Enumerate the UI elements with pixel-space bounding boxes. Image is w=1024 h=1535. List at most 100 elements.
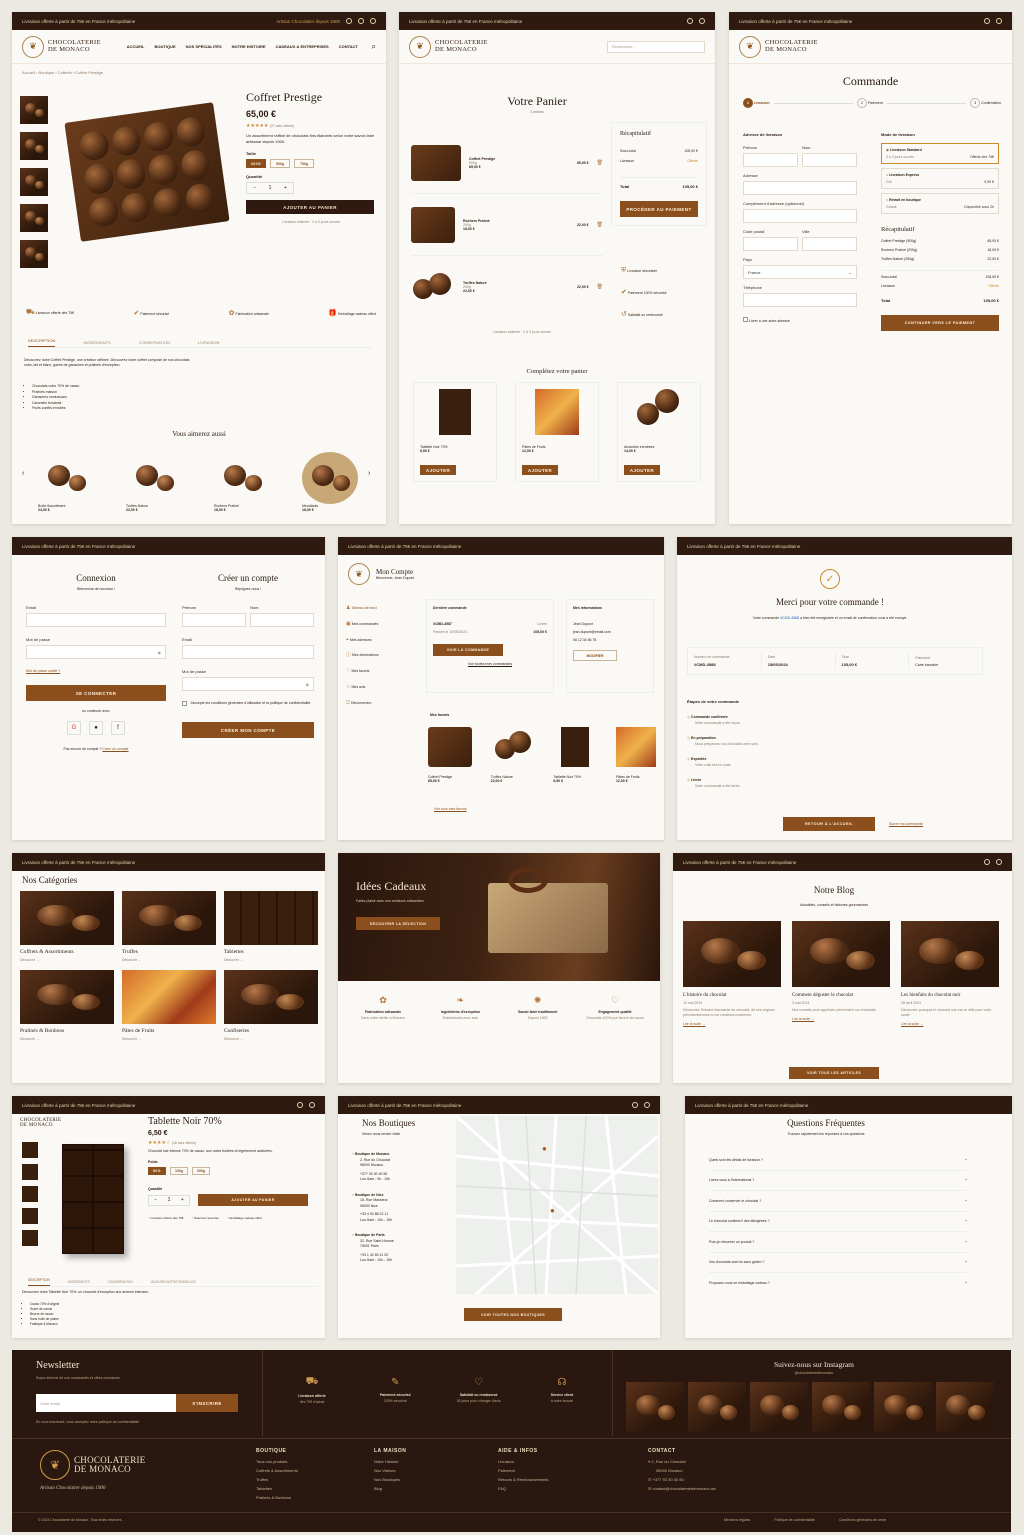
brand-logo[interactable]: ❦ CHOCOLATERIE DE MONACO (409, 35, 488, 58)
subscribe-button[interactable]: S'INSCRIRE (176, 1394, 238, 1412)
category-card[interactable]: Pralinés & Bonbons Découvrir → (20, 970, 114, 1041)
address2-field[interactable] (743, 209, 857, 223)
checkbox[interactable] (743, 317, 748, 322)
firstname-field[interactable] (743, 153, 798, 167)
favorite-card[interactable]: Pâtes de Fruits 12,00 € (615, 727, 656, 783)
footer-link[interactable]: Nos Boutiques (374, 1475, 406, 1484)
tab-ingredients[interactable]: INGRÉDIENTS (83, 340, 110, 345)
firstname-field[interactable] (182, 613, 246, 627)
tab-delivery[interactable]: LIVRAISON (198, 340, 219, 345)
add-to-cart-button[interactable]: AJOUTER AU PANIER (198, 1194, 308, 1206)
store-item[interactable]: ⌖ Boutique de Monaco 2, Rue du Chocolat 98… (352, 1152, 452, 1183)
chevron-left-icon[interactable]: ‹ (22, 470, 24, 477)
user-icon[interactable] (632, 1102, 638, 1108)
menu-favorites[interactable]: ♡ Mes favoris (346, 664, 379, 680)
continue-payment-button[interactable]: CONTINUER VERS LE PAIEMENT (881, 315, 999, 331)
weight-option[interactable]: 200g (192, 1167, 210, 1175)
favorite-card[interactable]: Truffes Nature 22,00 € (491, 727, 535, 783)
track-order-link[interactable]: Suivre ma commande (889, 822, 923, 826)
address-field[interactable] (743, 181, 857, 195)
minus-icon[interactable]: − (253, 185, 256, 191)
forgot-password-link[interactable]: Mot de passe oublié ? (26, 669, 166, 673)
size-option[interactable]: 500g (270, 159, 290, 168)
menu-addresses[interactable]: ⌖ Mes adresses (346, 633, 379, 649)
lastname-field[interactable] (802, 153, 857, 167)
category-card[interactable]: Confiseries Découvrir → (224, 970, 318, 1041)
nav-specialities[interactable]: NOS SPÉCIALITÉS (186, 44, 222, 49)
legal-link[interactable]: Mentions légales (724, 1518, 750, 1522)
faq-item[interactable]: Vos chocolats sont-ils sans gluten ? + (709, 1253, 967, 1273)
menu-reviews[interactable]: ☆ Mes avis (346, 680, 379, 696)
brand-logo[interactable]: ❦ CHOCOLATERIE DE MONACO (739, 35, 818, 58)
faq-item[interactable]: Comment conserver le chocolat ? + (709, 1191, 967, 1212)
thumbnail[interactable] (22, 1164, 38, 1180)
category-card[interactable]: Pâtes de Fruits Découvrir → (122, 970, 216, 1041)
user-icon[interactable] (297, 1102, 303, 1108)
footer-link[interactable]: Retours & Remboursements (498, 1475, 548, 1484)
size-option[interactable]: 300g (246, 159, 266, 168)
thumbnail[interactable] (20, 204, 48, 232)
postcode-field[interactable] (743, 237, 798, 251)
shipping-option[interactable]: ◉ Livraison Standard 2 à 3 jours ouvrés Of… (881, 143, 999, 164)
email-field[interactable] (182, 645, 314, 659)
review-count[interactable]: (27 avis clients) (270, 124, 294, 128)
thumbnail[interactable] (20, 132, 48, 160)
brand-logo[interactable]: ❦ CHOCOLATERIE DE MONACO (22, 35, 101, 58)
footer-link[interactable]: Coffrets & Assortiments (256, 1466, 298, 1475)
category-card[interactable]: Coffrets & Assortiments Découvrir → (20, 891, 114, 962)
instagram-photo[interactable] (750, 1382, 808, 1432)
thumbnail[interactable] (22, 1208, 38, 1224)
weight-option[interactable]: 80g (148, 1167, 166, 1175)
all-articles-button[interactable]: VOIR TOUS LES ARTICLES (789, 1067, 879, 1079)
instagram-photo[interactable] (812, 1382, 870, 1432)
register-button[interactable]: CRÉER MON COMPTE (182, 722, 314, 738)
footer-link[interactable]: Blog (374, 1484, 406, 1493)
blog-card[interactable]: Les bienfaits du chocolat noir 28 avril 2… (901, 921, 999, 1026)
user-icon[interactable] (346, 18, 352, 24)
apple-icon[interactable]: ● (89, 721, 103, 735)
instagram-handle[interactable]: @chocolateriedemonaco (622, 1371, 1006, 1375)
quantity-stepper[interactable]: −1 + (148, 1194, 190, 1206)
read-more-link[interactable]: Lire la suite → (683, 1022, 781, 1026)
nav-contact[interactable]: CONTACT (339, 44, 358, 49)
instagram-photo[interactable] (626, 1382, 684, 1432)
upsell-card[interactable]: Pâtes de Fruits 12,00 € AJOUTER (515, 382, 599, 482)
view-order-button[interactable]: VOIR LA COMMANDE (433, 644, 503, 656)
email-field[interactable] (26, 613, 166, 627)
cart-icon[interactable] (699, 18, 705, 24)
tab-conservation[interactable]: CONSERVATION (139, 340, 170, 345)
modify-button[interactable]: MODIFIER (573, 650, 617, 661)
user-icon[interactable] (984, 859, 990, 865)
search-icon[interactable]: ⌕ (372, 42, 376, 52)
thumbnail[interactable] (22, 1142, 38, 1158)
discover-selection-button[interactable]: DÉCOUVRIR LA SÉLECTION (356, 917, 440, 930)
phone-field[interactable] (743, 293, 857, 307)
cart-icon[interactable] (996, 859, 1002, 865)
legal-link[interactable]: Politique de confidentialité (774, 1518, 815, 1522)
map-marker-icon[interactable]: ● (550, 1206, 555, 1215)
all-favorites-link[interactable]: Voir tous mes favoris (434, 807, 466, 811)
tab-description[interactable]: DESCRIPTION (28, 1278, 50, 1286)
all-stores-button[interactable]: VOIR TOUTES NOS BOUTIQUES (464, 1308, 562, 1321)
google-icon[interactable]: G (67, 721, 81, 735)
menu-dashboard[interactable]: ♟ Tableau de bord (346, 601, 379, 617)
shipping-option[interactable]: ○ Livraison Express 24h 9,90 € (881, 168, 999, 189)
user-icon[interactable] (687, 18, 693, 24)
upsell-card[interactable]: Tablette Noir 70% 6,50 € AJOUTER (413, 382, 497, 482)
thumbnail[interactable] (22, 1230, 38, 1246)
eye-icon[interactable]: ◉ (306, 682, 310, 687)
tab-nutrition[interactable]: VALEURS NUTRITIONNELLES (151, 1280, 196, 1284)
nav-history[interactable]: NOTRE HISTOIRE (232, 44, 266, 49)
quantity-stepper[interactable]: −1 + (246, 182, 294, 194)
faq-item[interactable]: Puis-je retourner un produit ? + (709, 1232, 967, 1253)
category-card[interactable]: Tablettes Découvrir → (224, 891, 318, 962)
related-card[interactable]: Mendiants 16,00 € (302, 452, 358, 512)
cart-icon[interactable] (309, 1102, 315, 1108)
password-field[interactable]: ◉ (182, 677, 314, 691)
store-item[interactable]: ⌖ Boutique de Paris 32, Rue Saint-Honoré 7… (352, 1233, 452, 1264)
facebook-icon[interactable]: f (111, 721, 125, 735)
tab-description[interactable]: DESCRIPTION (28, 338, 56, 347)
login-button[interactable]: SE CONNECTER (26, 685, 166, 701)
search-input[interactable]: Rechercher... (607, 40, 705, 53)
nav-gifts[interactable]: CADEAUX & ENTREPRISES (276, 44, 329, 49)
